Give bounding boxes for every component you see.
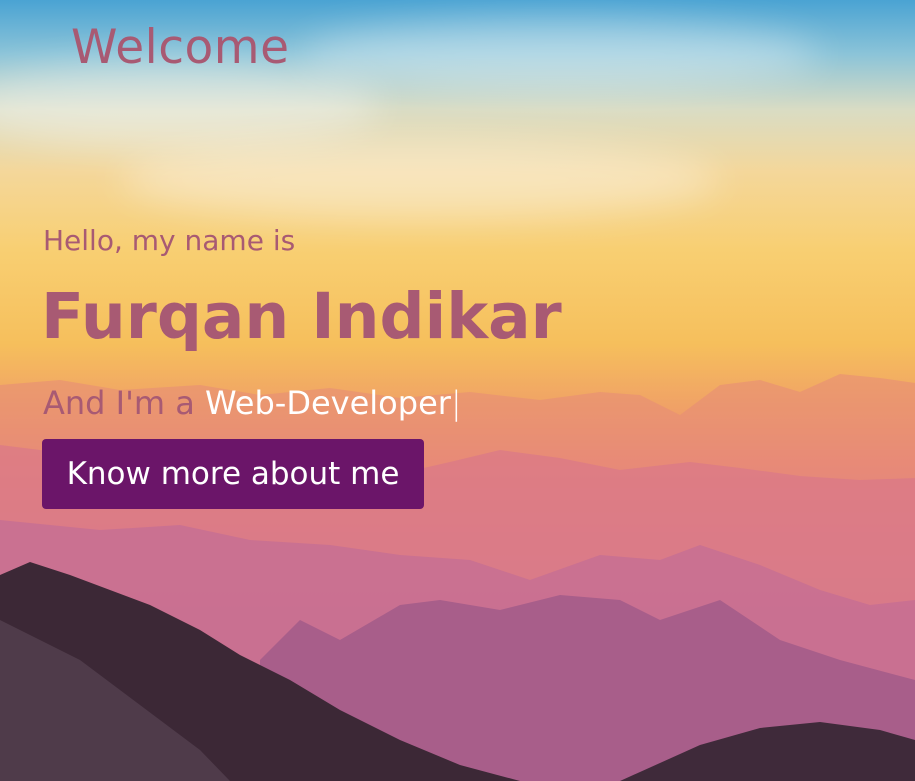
person-name: Furqan Indikar (41, 280, 562, 353)
hero-section: Welcome Hello, my name is Furqan Indikar… (0, 0, 915, 781)
know-more-button[interactable]: Know more about me (42, 439, 424, 509)
role-line: And I'm a Web-Developer| (43, 384, 462, 422)
greeting-text: Hello, my name is (43, 224, 296, 257)
role-prefix: And I'm a (43, 384, 195, 422)
site-title: Welcome (71, 20, 290, 75)
role-word: Web-Developer (205, 384, 451, 422)
typing-cursor: | (450, 384, 462, 422)
